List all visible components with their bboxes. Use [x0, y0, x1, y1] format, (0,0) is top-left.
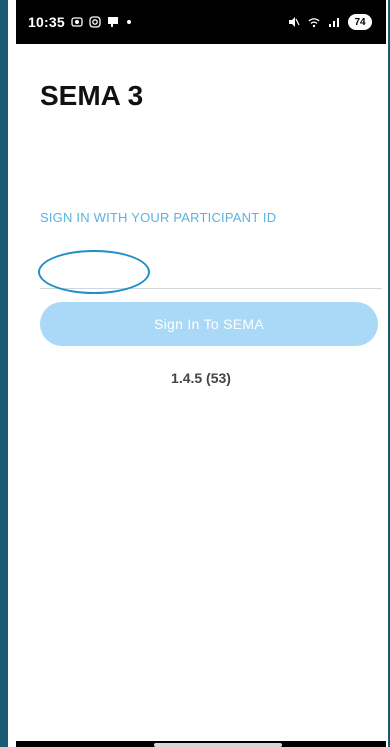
signal-icon [328, 16, 340, 28]
app-title: SEMA 3 [40, 80, 144, 111]
participant-id-input[interactable] [40, 244, 382, 289]
wifi-icon [308, 16, 320, 28]
battery-indicator: 74 [348, 14, 372, 30]
status-left: 10:35 [28, 14, 131, 30]
status-right: 74 [288, 14, 372, 30]
home-indicator[interactable] [154, 743, 282, 747]
mute-icon [288, 16, 300, 28]
login-screen: SEMA 3 SIGN IN WITH YOUR PARTICIPANT ID … [16, 44, 386, 747]
app-version: 1.4.5 (53) [171, 370, 231, 386]
dot-icon [126, 20, 131, 24]
sign-in-button[interactable]: Sign In To SEMA [40, 302, 378, 346]
screenshot-icon [71, 16, 83, 28]
status-bar: 10:35 74 [16, 0, 386, 44]
status-time: 10:35 [28, 14, 65, 30]
participant-id-label: SIGN IN WITH YOUR PARTICIPANT ID [40, 210, 277, 225]
phone-screen: 10:35 74 SEMA 3 SIGN IN WITH YOUR PARTIC… [0, 0, 390, 747]
navigation-bar [16, 741, 386, 747]
notification-icon [107, 16, 119, 28]
instagram-icon [89, 16, 101, 28]
